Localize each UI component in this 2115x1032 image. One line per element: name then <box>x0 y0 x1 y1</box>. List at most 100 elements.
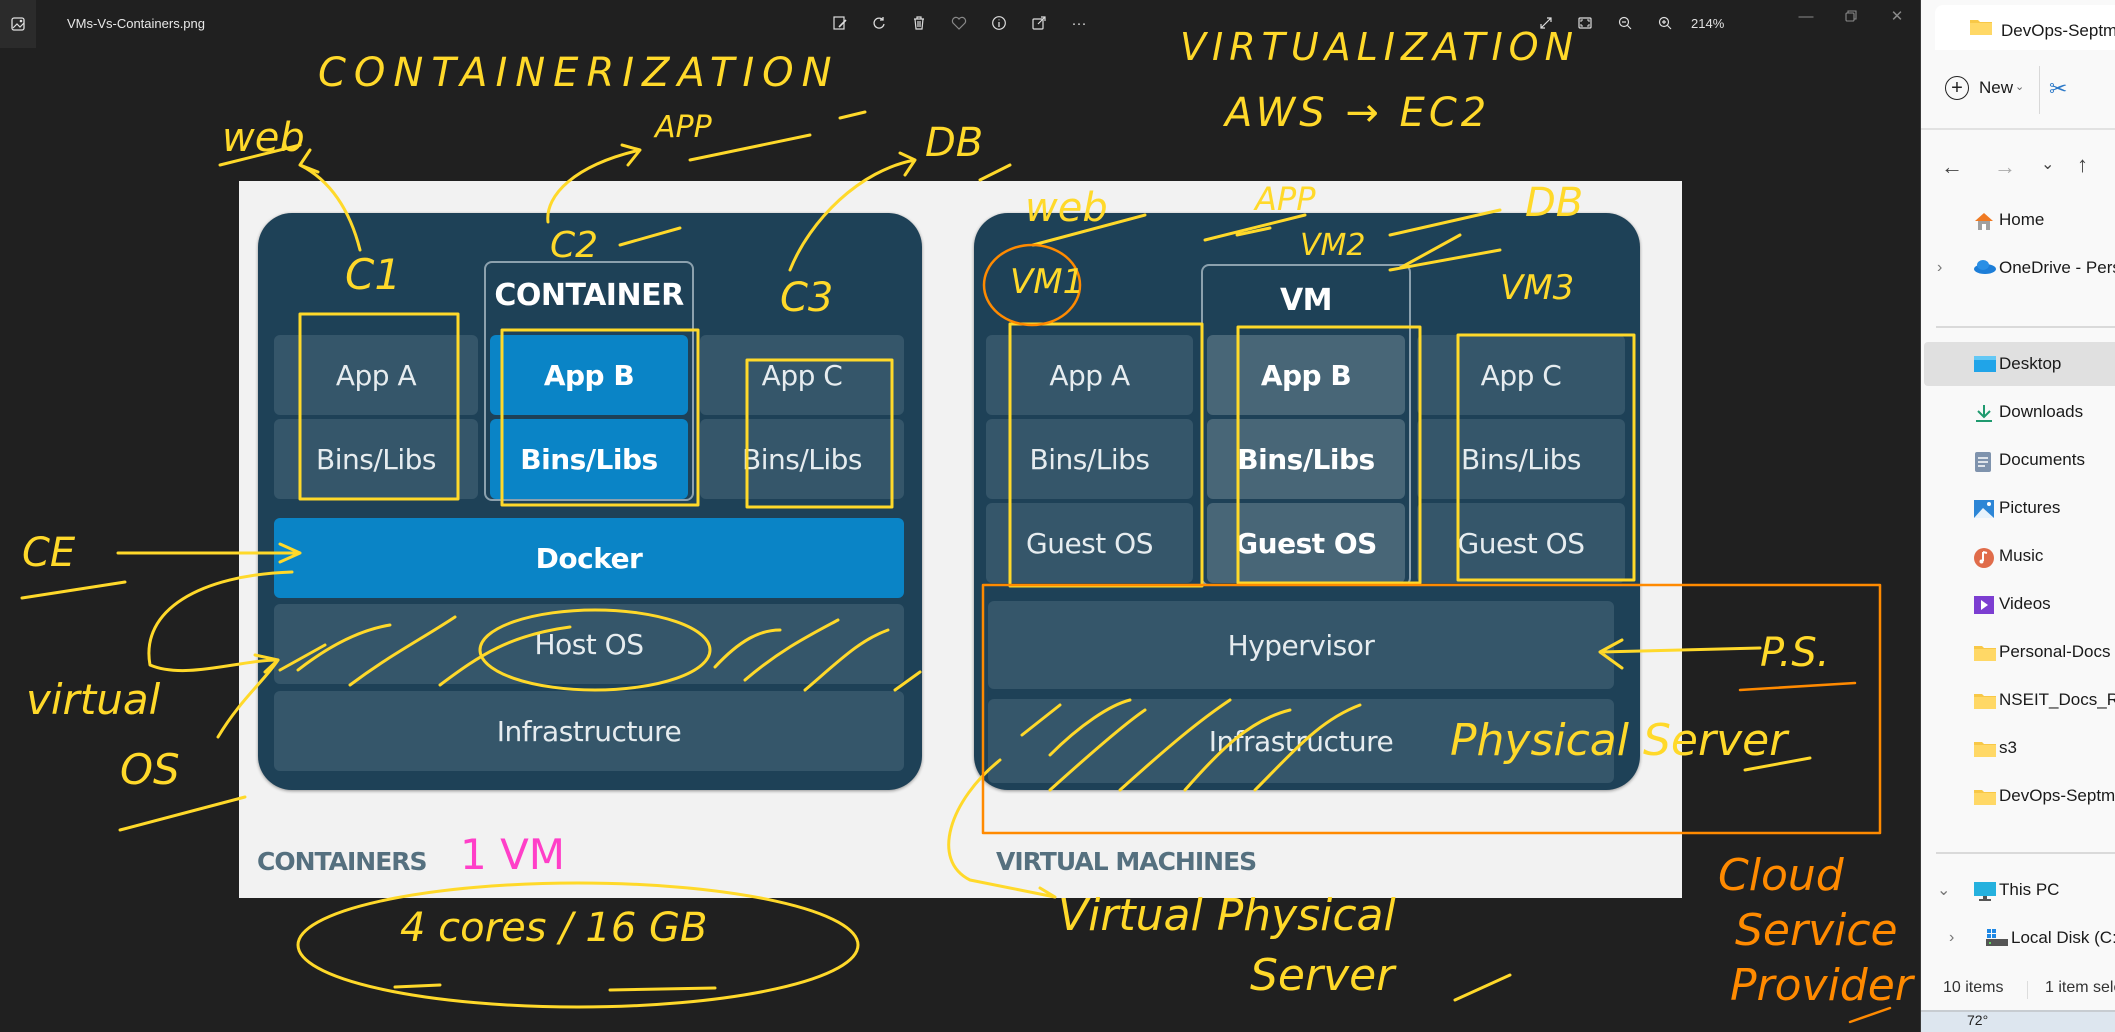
info-icon[interactable] <box>988 12 1010 34</box>
vm-app-a-layer: App A <box>986 335 1193 415</box>
up-arrow-icon[interactable]: ↑ <box>2077 152 2088 178</box>
status-separator <box>2027 981 2028 999</box>
containers-caption: CONTAINERS <box>257 847 428 876</box>
title-bar: VMs-Vs-Containers.png ··· 214% — ✕ <box>0 0 1918 48</box>
bins-libs-a-layer: Bins/Libs <box>274 419 478 499</box>
delete-icon[interactable] <box>908 12 930 34</box>
recent-chevron-icon[interactable]: ⌄ <box>2041 154 2054 174</box>
nav-item-label: Pictures <box>1999 498 2061 517</box>
docker-layer: Docker <box>274 518 904 598</box>
folder-icon <box>1973 643 1996 661</box>
minimize-button[interactable]: — <box>1791 6 1821 26</box>
nav-separator <box>1936 852 2115 854</box>
infrastructure-layer: Infrastructure <box>274 691 904 771</box>
edit-image-icon[interactable] <box>829 12 851 34</box>
vm-bins-libs-b-layer: Bins/Libs <box>1207 419 1405 499</box>
nav-item-label: Videos <box>1999 594 2051 613</box>
music-icon <box>1973 547 1995 568</box>
this-pc-icon <box>1973 881 1996 901</box>
nav-item-label: Documents <box>1999 450 2085 469</box>
file-explorer-window: DevOps-Septmber + New ⌄ ✂ ← → ⌄ ↑ Home › O… <box>1920 0 2115 1032</box>
vm-infrastructure-layer: Infrastructure <box>988 699 1614 783</box>
nav-item-videos[interactable]: Videos <box>1921 582 2115 626</box>
more-icon[interactable]: ··· <box>1068 12 1090 34</box>
zoom-in-icon[interactable] <box>1654 12 1676 34</box>
maximize-button[interactable] <box>1836 6 1866 26</box>
nav-item-local-disk-c[interactable]: › Local Disk (C:) <box>1921 916 2115 960</box>
nav-item-label: Home <box>1999 210 2045 229</box>
close-button[interactable]: ✕ <box>1882 6 1912 26</box>
nav-item-this-pc[interactable]: ⌄ This PC <box>1921 868 2115 912</box>
vm-guest-os-a-layer: Guest OS <box>986 503 1193 583</box>
forward-arrow-icon[interactable]: → <box>1994 154 2016 180</box>
new-chevron-icon[interactable]: ⌄ <box>2015 80 2024 93</box>
rotate-icon[interactable] <box>868 12 890 34</box>
taskbar: 72° <box>1921 1010 2115 1032</box>
bins-libs-b-layer: Bins/Libs <box>490 419 688 499</box>
nav-item-s3[interactable]: s3 <box>1921 726 2115 770</box>
documents-icon <box>1973 451 1995 472</box>
pictures-icon <box>1973 499 1995 518</box>
share-icon[interactable] <box>1028 12 1050 34</box>
virtual-machines-caption: VIRTUAL MACHINES <box>996 847 1257 876</box>
explorer-tab[interactable]: DevOps-Septmber <box>1935 5 2115 50</box>
nav-item-label: OneDrive - Personal <box>1999 258 2115 277</box>
zoom-out-icon[interactable] <box>1614 12 1636 34</box>
nav-item-label: Music <box>1999 546 2044 565</box>
nav-item-label: DevOps-Septmber <box>1999 786 2115 805</box>
nav-item-label: Local Disk (C:) <box>2011 928 2115 947</box>
zoom-level[interactable]: 214% <box>1691 16 1724 31</box>
weather-widget[interactable]: 72° <box>1967 1012 1988 1028</box>
nav-item-documents[interactable]: Documents <box>1921 438 2115 482</box>
new-button[interactable]: New <box>1979 78 2013 98</box>
vm-bins-libs-a-layer: Bins/Libs <box>986 419 1193 499</box>
vm-app-c-layer: App C <box>1417 335 1625 415</box>
videos-icon <box>1973 595 1995 614</box>
expand-icon[interactable] <box>1535 12 1557 34</box>
collapse-chevron-icon[interactable]: ⌄ <box>1937 880 1950 900</box>
nav-item-desktop[interactable]: Desktop <box>1924 342 2115 386</box>
app-c-layer: App C <box>700 335 904 415</box>
nav-item-personal-docs[interactable]: Personal-Docs <box>1921 630 2115 674</box>
hypervisor-layer: Hypervisor <box>988 601 1614 689</box>
nav-item-devops-septmber[interactable]: DevOps-Septmber <box>1921 774 2115 818</box>
desktop-icon <box>1973 355 1996 373</box>
item-count: 10 items <box>1943 979 2004 996</box>
new-plus-icon: + <box>1945 76 1969 100</box>
nav-item-downloads[interactable]: Downloads <box>1921 390 2115 434</box>
containers-panel: CONTAINER App A Bins/Libs App B Bins/Lib… <box>258 213 922 790</box>
bins-libs-c-layer: Bins/Libs <box>700 419 904 499</box>
fit-to-window-icon[interactable] <box>1574 12 1596 34</box>
command-separator <box>2039 66 2040 114</box>
folder-icon <box>1973 787 1996 805</box>
downloads-icon <box>1973 403 1995 422</box>
nav-item-onedrive-personal[interactable]: › OneDrive - Personal <box>1921 246 2115 290</box>
app-b-layer: App B <box>490 335 688 415</box>
vm-app-b-layer: App B <box>1207 335 1405 415</box>
nav-item-label: Personal-Docs <box>1999 642 2111 661</box>
onedrive-icon <box>1973 259 1996 277</box>
cut-icon[interactable]: ✂ <box>2049 76 2067 102</box>
photos-app-icon <box>0 0 36 48</box>
folder-icon <box>1973 739 1996 757</box>
folder-icon <box>1970 20 1992 35</box>
nav-item-label: Desktop <box>1999 354 2062 373</box>
selection-count: 1 item selected <box>2045 979 2115 996</box>
nav-item-label: s3 <box>1999 738 2017 757</box>
navigation-buttons: ← → ⌄ ↑ <box>1921 140 2115 200</box>
folder-icon <box>1973 691 1996 709</box>
home-icon <box>1973 211 1995 230</box>
vm-bins-libs-c-layer: Bins/Libs <box>1417 419 1625 499</box>
nav-separator <box>1936 326 2115 328</box>
back-arrow-icon[interactable]: ← <box>1941 154 1963 180</box>
nav-item-music[interactable]: Music <box>1921 534 2115 578</box>
drive-icon <box>1985 929 2008 947</box>
expand-chevron-icon[interactable]: › <box>1937 259 1942 277</box>
favorite-icon[interactable] <box>948 12 970 34</box>
nav-item-pictures[interactable]: Pictures <box>1921 486 2115 530</box>
expand-chevron-icon[interactable]: › <box>1949 929 1954 947</box>
photos-viewer-window: VMs-Vs-Containers.png ··· 214% — ✕ CONTA… <box>0 0 1918 1032</box>
host-os-layer: Host OS <box>274 604 904 684</box>
nav-item-nseit-docs-re[interactable]: NSEIT_Docs_Re <box>1921 678 2115 722</box>
nav-item-home[interactable]: Home <box>1921 198 2115 242</box>
